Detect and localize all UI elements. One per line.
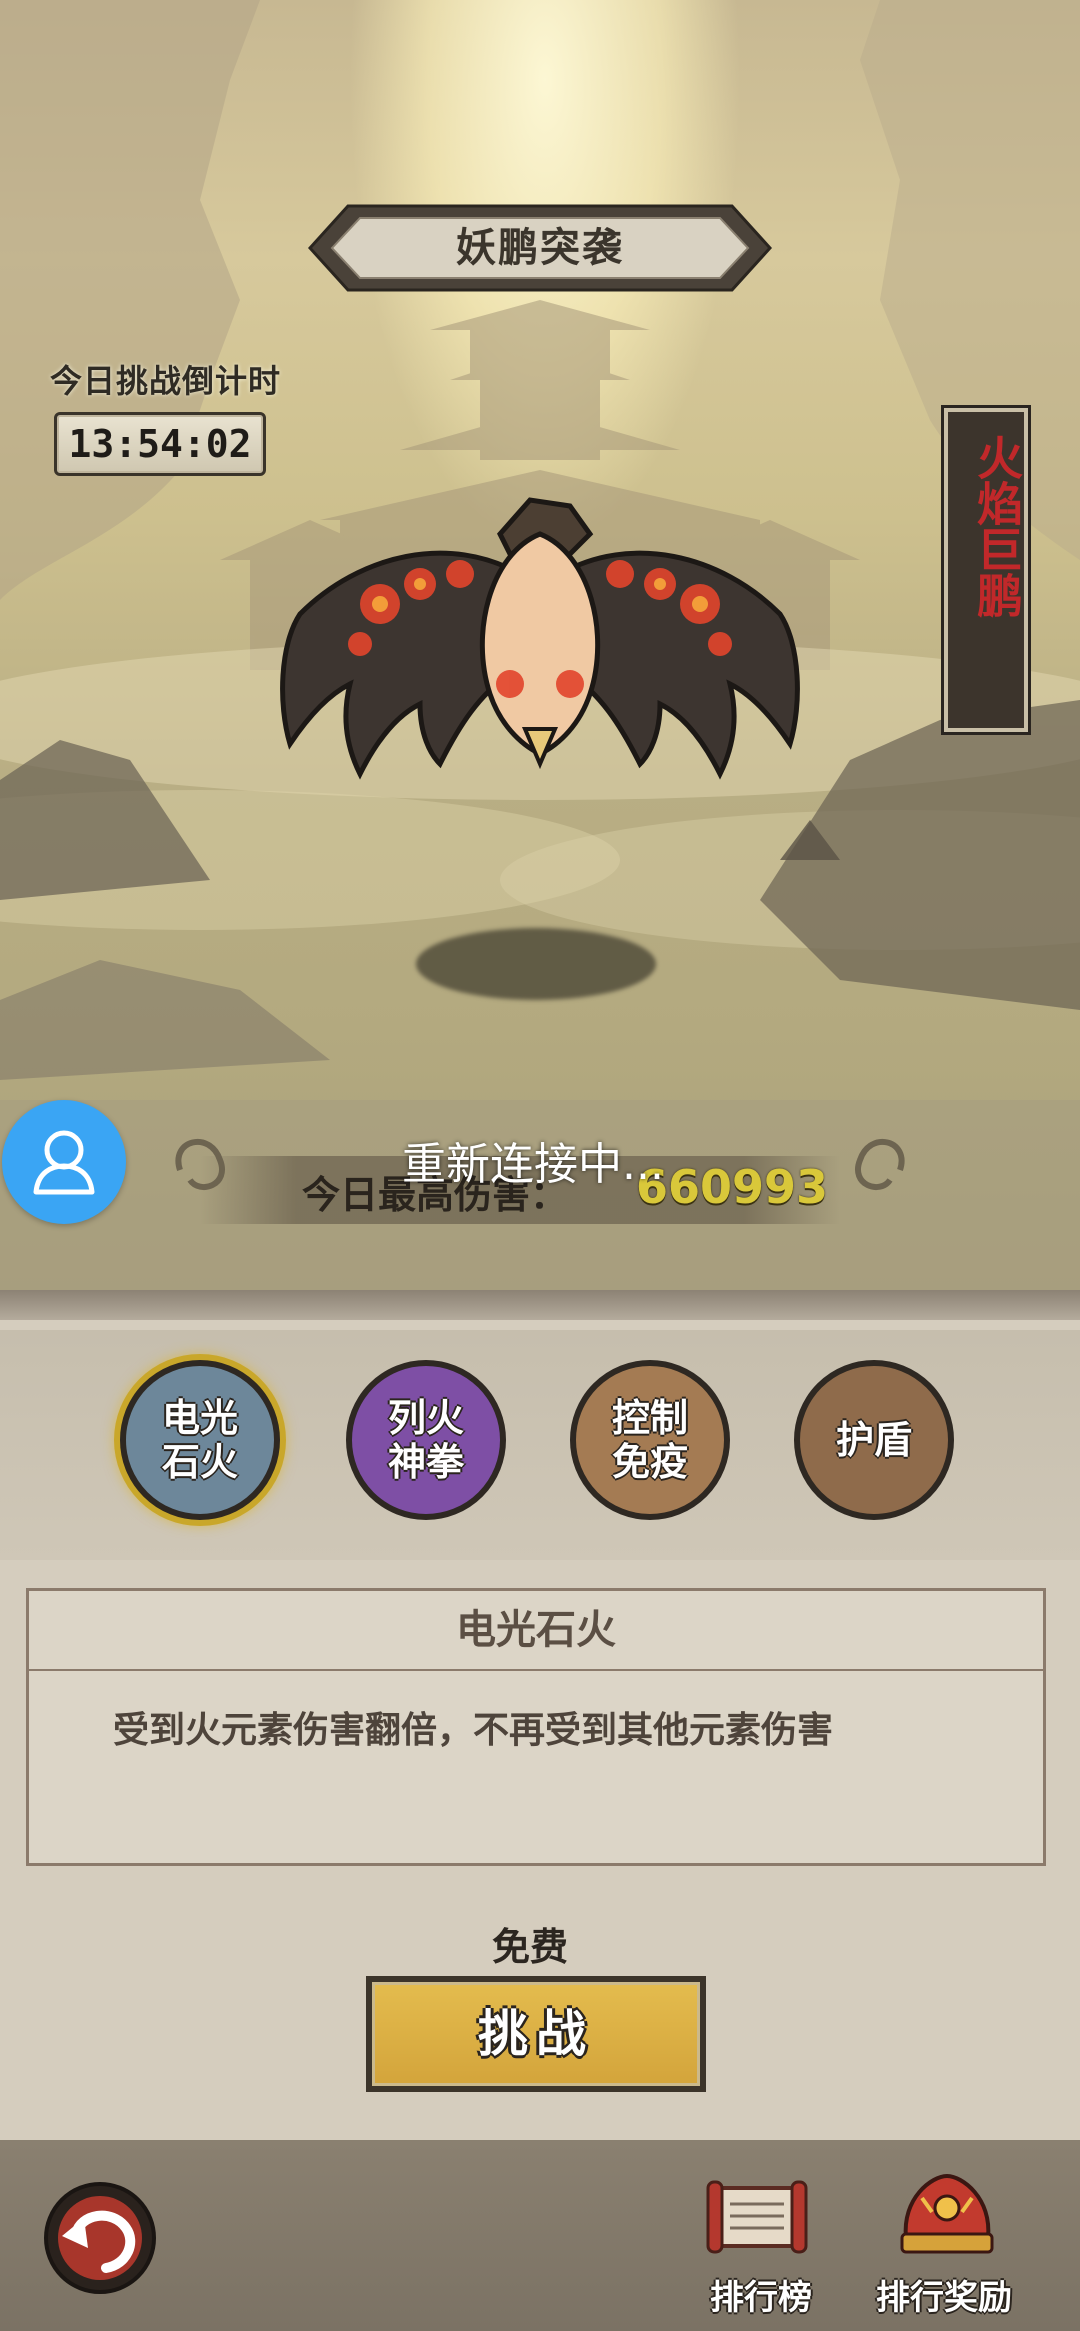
boss-fire-roc xyxy=(280,497,800,780)
challenge-cost-label: 免费 xyxy=(492,1925,569,1969)
user-float-button[interactable] xyxy=(2,1100,126,1224)
user-icon xyxy=(33,1130,95,1195)
challenge-button-label: 挑战 xyxy=(478,2005,594,2063)
skill-label-2: 列火 神拳 xyxy=(387,1396,464,1484)
skill-button-4[interactable]: 护盾 xyxy=(794,1360,954,1520)
skill-description-box: 电光石火 受到火元素伤害翻倍，不再受到其他元素伤害 xyxy=(26,1588,1046,1866)
event-title-plate: 妖鹏突袭 xyxy=(308,200,772,296)
countdown-value: 13:54:02 xyxy=(68,422,252,466)
reconnecting-toast: 重新连接中... xyxy=(402,1139,664,1190)
countdown-label: 今日挑战倒计时 xyxy=(50,362,282,400)
ranking-button[interactable] xyxy=(702,2168,812,2264)
back-arrow-icon xyxy=(44,2182,156,2294)
panel-divider xyxy=(0,1290,1080,1320)
boss-name-banner: 火焰巨鹏 xyxy=(944,408,1028,732)
back-button[interactable] xyxy=(40,2178,160,2298)
event-title: 妖鹏突袭 xyxy=(456,225,624,271)
scroll-icon xyxy=(706,2180,808,2254)
skill-label-4: 护盾 xyxy=(835,1418,912,1462)
boss-shadow xyxy=(416,928,656,1000)
skill-label-3: 控制 免疫 xyxy=(611,1396,688,1484)
ranking-reward-button[interactable] xyxy=(892,2168,1002,2264)
countdown-box: 13:54:02 xyxy=(54,412,266,476)
max-damage-value: 660993 xyxy=(636,1160,829,1214)
skill-button-3[interactable]: 控制 免疫 xyxy=(570,1360,730,1520)
skill-label-1: 电光 石火 xyxy=(161,1396,238,1484)
skill-description-title: 电光石火 xyxy=(29,1591,1043,1671)
boss-name: 火焰巨鹏 xyxy=(970,434,1024,618)
ranking-reward-label: 排行奖励 xyxy=(876,2278,1012,2318)
ranking-label: 排行榜 xyxy=(710,2278,812,2318)
skill-button-2[interactable]: 列火 神拳 xyxy=(346,1360,506,1520)
helmet-icon xyxy=(900,2173,994,2254)
challenge-button[interactable]: 挑战 xyxy=(366,1976,706,2092)
skill-description-text: 受到火元素伤害翻倍，不再受到其他元素伤害 xyxy=(113,1710,834,1751)
skill-button-1[interactable]: 电光 石火 xyxy=(120,1360,280,1520)
